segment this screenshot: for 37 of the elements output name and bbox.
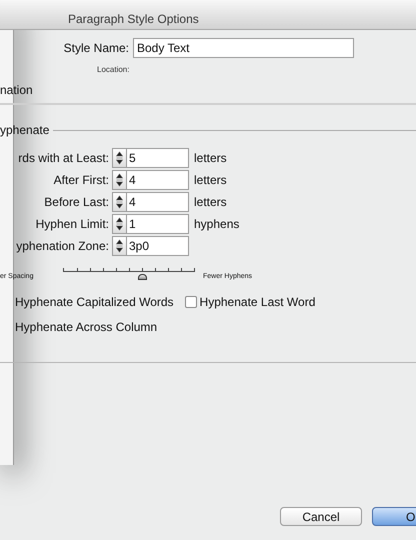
field-label: yphenation Zone:: [15, 238, 110, 255]
up-down-arrows-icon: [116, 239, 123, 253]
field-label: Style Name:: [62, 40, 130, 57]
field-label: rds with at Least:: [17, 150, 110, 167]
window-title: Paragraph Style Options: [68, 10, 199, 28]
stepper-control[interactable]: [112, 236, 127, 256]
field-label: Before Last:: [43, 194, 110, 211]
up-down-arrows-icon: [116, 195, 123, 209]
dialog-button[interactable]: Cancel: [280, 507, 362, 526]
stepper-control[interactable]: [112, 192, 127, 212]
unit-label: letters: [193, 150, 227, 167]
location-label: Location:: [96, 64, 130, 76]
up-down-arrows-icon: [116, 173, 123, 187]
number-field[interactable]: 1: [127, 214, 189, 234]
number-field[interactable]: 3p0: [127, 236, 189, 256]
section-title: nation: [0, 83, 34, 97]
dialog-button[interactable]: O: [372, 507, 416, 526]
group-title: yphenate: [0, 122, 50, 139]
checkbox-label[interactable]: Hyphenate Across Column: [15, 318, 158, 336]
number-field[interactable]: 4: [127, 170, 189, 190]
field-label: Hyphen Limit:: [34, 216, 110, 233]
field-label: After First:: [52, 172, 110, 189]
checkbox-label[interactable]: Hyphenate Capitalized Words: [15, 293, 174, 311]
unit-label: hyphens: [193, 216, 240, 233]
up-down-arrows-icon: [116, 151, 123, 165]
number-field[interactable]: 5: [127, 148, 189, 168]
stepper-control[interactable]: [112, 214, 127, 234]
slider-thumb[interactable]: [138, 274, 147, 280]
stepper-control[interactable]: [112, 148, 127, 168]
text-field[interactable]: Body Text: [133, 38, 354, 58]
unit-label: letters: [193, 172, 227, 189]
unit-label: letters: [193, 194, 227, 211]
up-down-arrows-icon: [116, 217, 123, 231]
stepper-control[interactable]: [112, 170, 127, 190]
number-field[interactable]: 4: [127, 192, 189, 212]
checkbox-label[interactable]: Hyphenate Last Word: [200, 293, 316, 311]
checkbox[interactable]: [184, 296, 197, 308]
